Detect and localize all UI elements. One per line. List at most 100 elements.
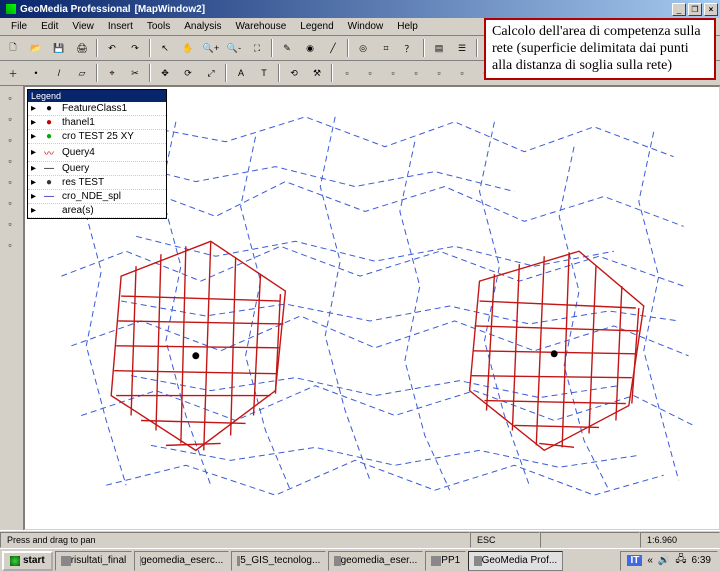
toolbar-fit-button[interactable]: ⛶	[246, 38, 268, 58]
toolbar-build-button[interactable]: ⚒	[306, 63, 328, 83]
start-button[interactable]: start	[2, 551, 53, 571]
legend-title: Legend	[28, 90, 166, 102]
taskbar-item[interactable]: PP1	[425, 551, 466, 571]
toolbar-x2-button[interactable]: ▫	[359, 63, 381, 83]
toolbar-text-button[interactable]: T	[253, 63, 275, 83]
toolbar-label-button[interactable]: A	[230, 63, 252, 83]
taskbar-item[interactable]: risultati_final	[55, 551, 133, 571]
menu-tools[interactable]: Tools	[140, 19, 177, 34]
legend-item[interactable]: ▸〰Query4	[28, 144, 166, 162]
toolbar-draw-button[interactable]: ✎	[276, 38, 298, 58]
origin-point-left	[192, 352, 199, 359]
toolbar-layer-button[interactable]: ▤	[428, 38, 450, 58]
menu-legend[interactable]: Legend	[293, 19, 340, 34]
toolbar-buffer-button[interactable]: ◎	[352, 38, 374, 58]
toolbar-poly-button[interactable]: ▱	[71, 63, 93, 83]
taskbar-item[interactable]: GeoMedia Prof...	[468, 551, 563, 571]
legend-symbol: ●	[40, 131, 58, 142]
legend-arrow-icon: ▸	[31, 191, 36, 202]
system-tray[interactable]: IT « 🔊 🖧 6:39	[620, 551, 718, 571]
toolbar-line-button[interactable]: /	[48, 63, 70, 83]
task-label: 5_GIS_tecnolog...	[240, 555, 320, 566]
menu-view[interactable]: View	[65, 19, 101, 34]
task-label: GeoMedia Prof...	[482, 555, 558, 566]
menu-insert[interactable]: Insert	[101, 19, 140, 34]
legend-arrow-icon: ▸	[31, 131, 36, 142]
legend-label: cro_NDE_spl	[62, 191, 121, 202]
tray-clock: 6:39	[692, 555, 711, 566]
toolbar-x4-button[interactable]: ▫	[405, 63, 427, 83]
competence-area-right	[470, 251, 644, 450]
legend-label: thanel1	[62, 117, 95, 128]
toolbar-x3-button[interactable]: ▫	[382, 63, 404, 83]
toolbar-legend-button[interactable]: ☰	[451, 38, 473, 58]
menu-window[interactable]: Window	[341, 19, 391, 34]
tray-lang[interactable]: IT	[627, 555, 642, 566]
legend-symbol: ●	[40, 177, 58, 188]
sidetool-dim-button[interactable]: ▫	[0, 214, 20, 234]
restore-button[interactable]: ❐	[688, 3, 702, 16]
legend-arrow-icon: ▸	[31, 177, 36, 188]
toolbar-zoomout-button[interactable]: 🔍-	[223, 38, 245, 58]
toolbar-point-button[interactable]: •	[25, 63, 47, 83]
toolbar-node-button[interactable]: ◉	[299, 38, 321, 58]
taskbar-item[interactable]: 5_GIS_tecnolog...	[231, 551, 326, 571]
tray-net-icon[interactable]: 🖧	[675, 552, 686, 569]
toolbar-x1-button[interactable]: ▫	[336, 63, 358, 83]
legend-label: FeatureClass1	[62, 103, 127, 114]
sidetool-nod-button[interactable]: ▫	[0, 130, 20, 150]
toolbar-print-button[interactable]: 🖨	[71, 38, 93, 58]
tray-sound-icon[interactable]: 🔊	[658, 555, 670, 566]
legend-item[interactable]: ▸●FeatureClass1	[28, 102, 166, 116]
toolbar-save-button[interactable]: 💾	[48, 38, 70, 58]
menu-warehouse[interactable]: Warehouse	[228, 19, 293, 34]
legend-item[interactable]: ▸●cro TEST 25 XY	[28, 130, 166, 144]
legend-panel[interactable]: Legend ▸●FeatureClass1▸●thanel1▸●cro TES…	[27, 89, 167, 219]
menu-analysis[interactable]: Analysis	[177, 19, 228, 34]
toolbar-open-button[interactable]: 📂	[25, 38, 47, 58]
start-label: start	[23, 555, 45, 566]
toolbar-trim-button[interactable]: ✂	[124, 63, 146, 83]
sidetool-seg-button[interactable]: ▫	[0, 151, 20, 171]
titlebar-text: GeoMedia Professional [MapWindow2]	[2, 4, 205, 15]
toolbar-move-button[interactable]: ✥	[154, 63, 176, 83]
map-canvas[interactable]: Legend ▸●FeatureClass1▸●thanel1▸●cro TES…	[24, 86, 720, 530]
toolbar-insert-button[interactable]: ＋	[2, 63, 24, 83]
menu-edit[interactable]: Edit	[34, 19, 65, 34]
legend-item[interactable]: ▸—cro_NDE_spl	[28, 190, 166, 204]
taskbar-item[interactable]: geomedia_eser...	[328, 551, 423, 571]
toolbar-refresh-button[interactable]: ⟲	[283, 63, 305, 83]
minimize-button[interactable]: _	[672, 3, 686, 16]
toolbar-x5-button[interactable]: ▫	[428, 63, 450, 83]
sidetool-ins-button[interactable]: ▫	[0, 109, 20, 129]
toolbar-zoomin-button[interactable]: 🔍+	[200, 38, 222, 58]
legend-arrow-icon: ▸	[31, 103, 36, 114]
toolbar-pan-button[interactable]: ✋	[177, 38, 199, 58]
menu-help[interactable]: Help	[390, 19, 425, 34]
legend-item[interactable]: ▸●res TEST	[28, 176, 166, 190]
toolbar-snap-button[interactable]: ⌖	[101, 63, 123, 83]
tray-arrow[interactable]: «	[647, 555, 653, 566]
close-button[interactable]: ×	[704, 3, 718, 16]
sidetool-pct-button[interactable]: ▫	[0, 172, 20, 192]
taskbar-item[interactable]: geomedia_eserc...	[134, 551, 229, 571]
sidetool-sel-button[interactable]: ▫	[0, 88, 20, 108]
legend-item[interactable]: ▸ area(s)	[28, 204, 166, 218]
toolbar-query-button[interactable]: ？	[398, 38, 420, 58]
toolbar-new-button[interactable]: 🗋	[2, 38, 24, 58]
toolbar-edge-button[interactable]: ╱	[322, 38, 344, 58]
toolbar-scale-button[interactable]: ⤢	[200, 63, 222, 83]
toolbar-rotate-button[interactable]: ⟳	[177, 63, 199, 83]
toolbar-select-button[interactable]: ↖	[154, 38, 176, 58]
toolbar-undo-button[interactable]: ↶	[101, 38, 123, 58]
toolbar-x6-button[interactable]: ▫	[451, 63, 473, 83]
toolbar-redo-button[interactable]: ↷	[124, 38, 146, 58]
legend-item[interactable]: ▸●thanel1	[28, 116, 166, 130]
task-icon	[431, 556, 441, 566]
toolbar-network-button[interactable]: ⌗	[375, 38, 397, 58]
sidetool-trc-button[interactable]: ▫	[0, 193, 20, 213]
doc-name: [MapWindow2]	[135, 4, 205, 15]
sidetool-?-button[interactable]: ▫	[0, 235, 20, 255]
menu-file[interactable]: File	[4, 19, 34, 34]
legend-item[interactable]: ▸—Query	[28, 162, 166, 176]
